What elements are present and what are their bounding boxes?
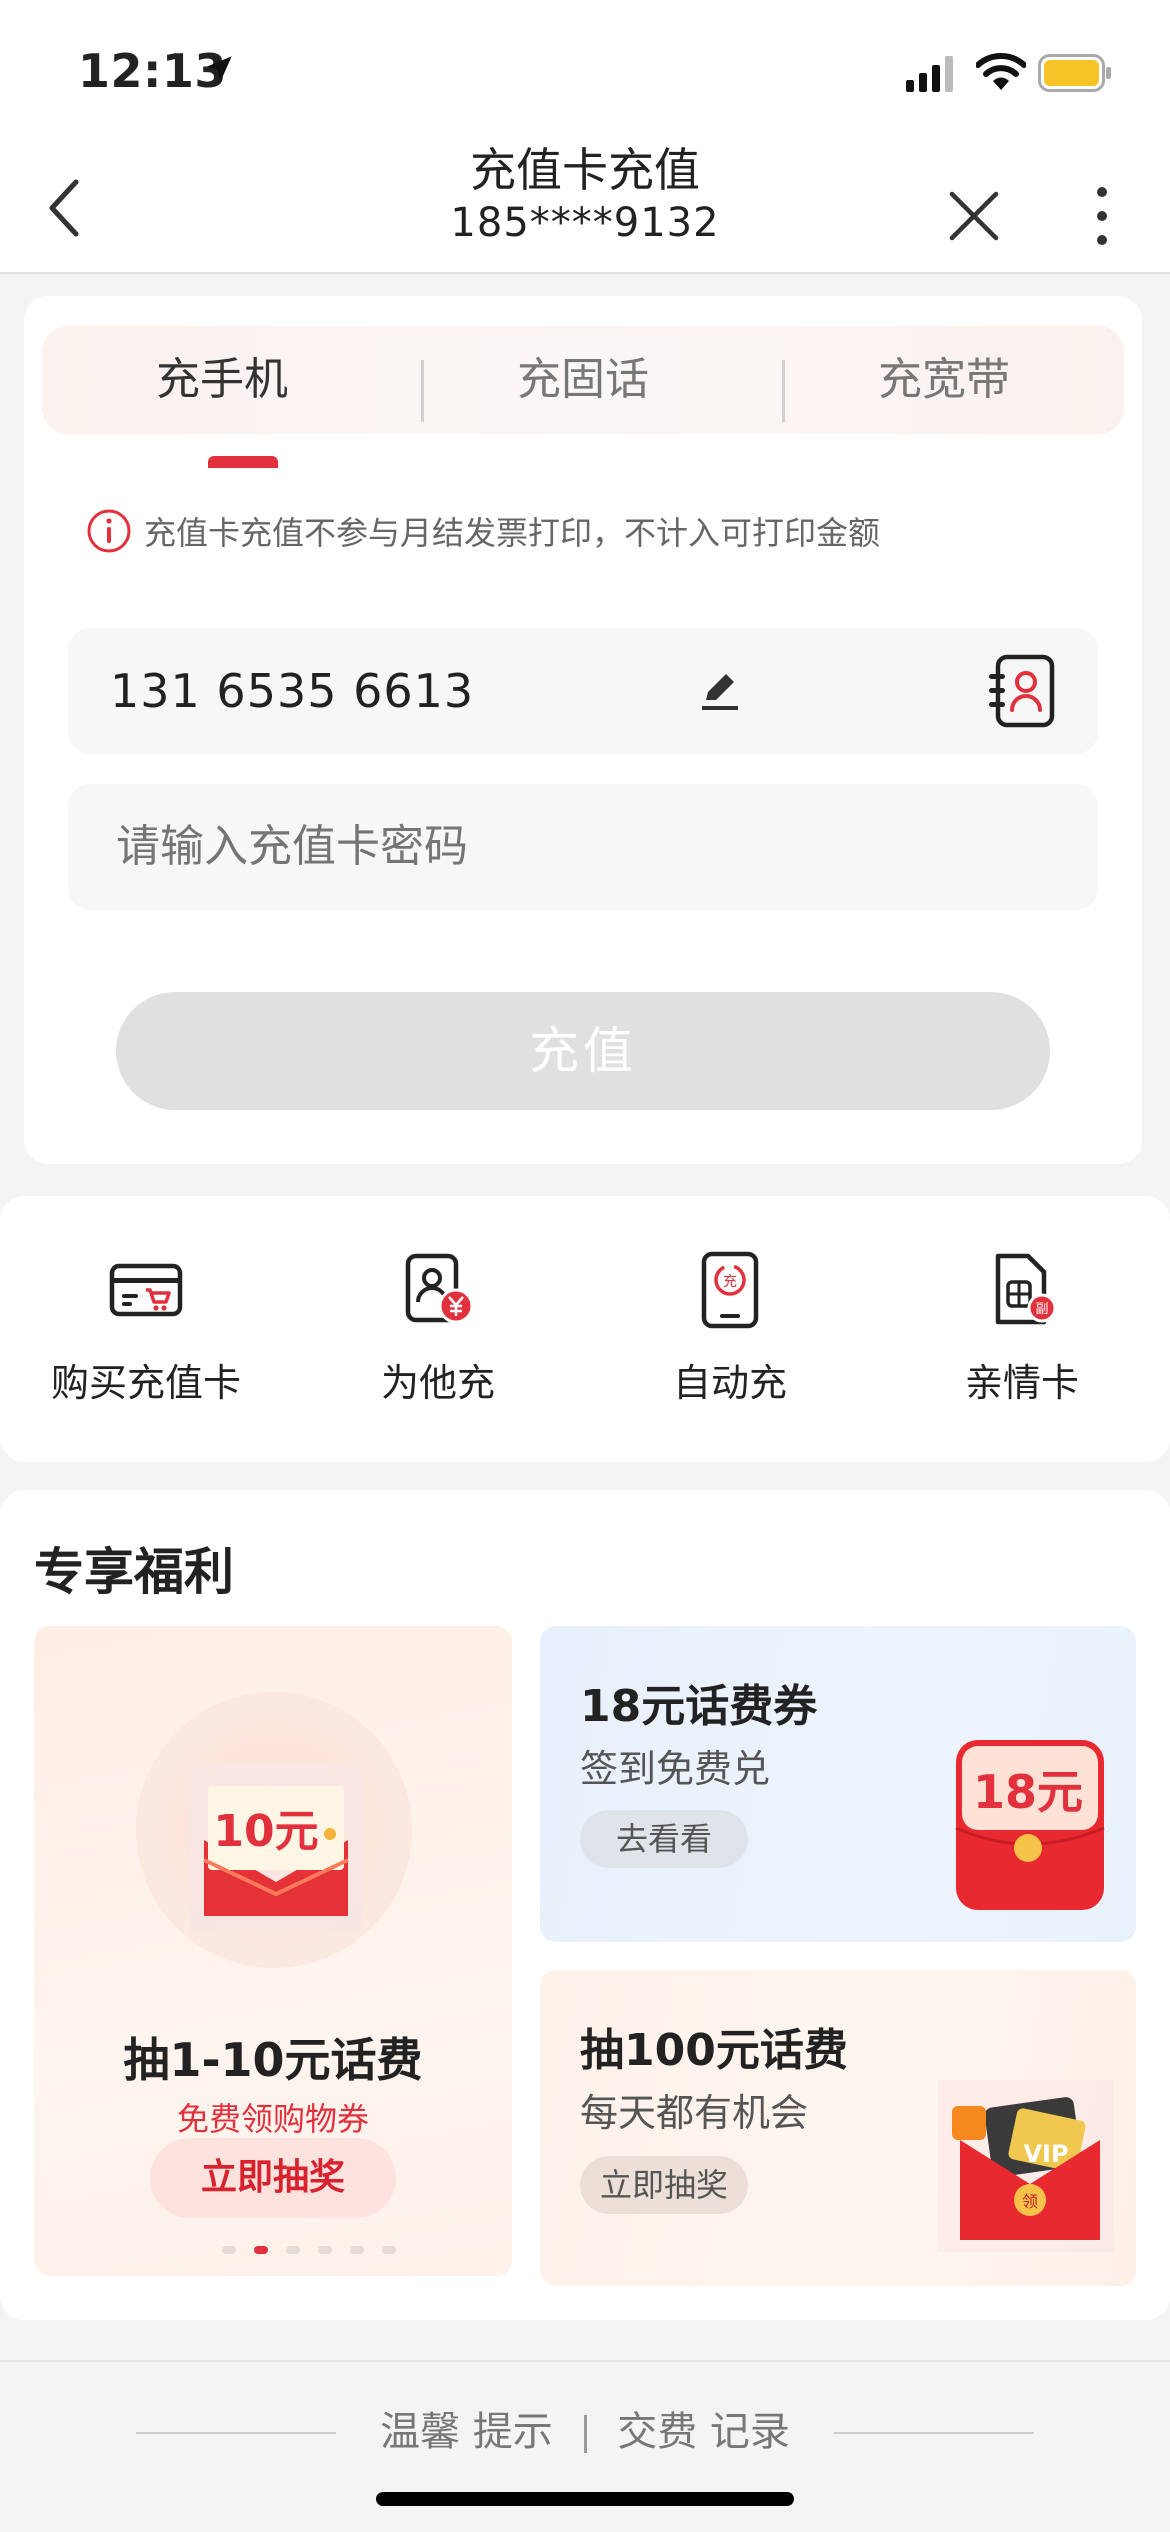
section-title: 专享福利 [34,1543,234,1601]
footer-links: 温馨 提示 交费 记录 [0,2402,1170,2462]
carousel-dot [318,2246,332,2254]
shortcut-recharge-others[interactable]: 为他充 [292,1250,584,1407]
shortcut-bar: 购买充值卡 为他充 充 自动充 副 亲情卡 [0,1196,1170,1462]
shortcut-family-card[interactable]: 副 亲情卡 [876,1250,1168,1407]
lottery-banner[interactable]: 10元 抽1-10元话费 免费领购物券 立即抽奖 [34,1626,512,2276]
sim-card-icon: 副 [995,1253,1057,1325]
battery-icon [1038,54,1111,92]
status-bar: 12:13 [0,0,1170,140]
coupon-card-18[interactable]: 18元话费券 签到免费兑 去看看 18元 [540,1626,1136,1942]
view-button[interactable]: 去看看 [580,1810,748,1868]
draw-now-button-2[interactable]: 立即抽奖 [580,2156,748,2214]
coupon-badge: 18元 [973,1765,1083,1819]
active-tab-indicator [208,456,278,468]
contact-book-icon[interactable] [986,654,1056,728]
wifi-icon [976,53,1026,90]
carousel-dot-active [254,2246,268,2254]
more-options-icon[interactable] [1090,184,1114,248]
cellular-signal-icon [906,56,953,92]
footer-link-separator [583,2415,587,2453]
info-icon [87,509,131,553]
payment-records-link[interactable]: 交费 记录 [617,2409,790,2455]
lottery-title: 抽1-10元话费 [123,2033,423,2087]
svg-text:副: 副 [1035,1302,1048,1317]
svg-text:充: 充 [723,1274,737,1290]
location-arrow-icon [206,56,232,82]
exclusive-benefits-section: 专享福利 10元 抽1-10元话费 免费领购物券 立即抽奖 18元话费券 签到免… [0,1490,1170,2320]
shortcut-auto-recharge-label: 自动充 [672,1361,787,1405]
lottery-subtitle: 免费领购物券 [176,2100,369,2138]
tab-mobile[interactable]: 充手机 [42,326,402,434]
claim-badge: 领 [1022,2192,1038,2211]
lottery-card-100[interactable]: 抽100元话费 每天都有机会 立即抽奖 VIP 领 [540,1970,1136,2286]
home-indicator[interactable] [376,2492,794,2506]
phone-auto-charge-icon: 充 [701,1251,759,1329]
envelope-amount: 10元 [213,1806,318,1857]
recharge-type-tabs: 充手机 充固话 充宽带 [42,326,1124,468]
tips-link[interactable]: 温馨 提示 [380,2409,553,2455]
draw-now-button[interactable]: 立即抽奖 [150,2138,396,2218]
coupon-desc: 签到免费兑 [580,1747,771,1791]
footer: 温馨 提示 交费 记录 [0,2360,1170,2532]
carousel-indicator [190,2246,396,2256]
edit-pencil-icon[interactable] [696,666,744,714]
tab-broadband[interactable]: 充宽带 [764,326,1124,434]
carousel-dot [382,2246,396,2254]
person-yen-icon [405,1253,474,1324]
carousel-dot [222,2246,236,2254]
vip-badge: VIP [1023,2140,1068,2168]
vip-gift-envelope-icon: VIP 领 [938,2080,1114,2252]
shortcut-recharge-others-label: 为他充 [380,1361,495,1405]
navigation-bar: 充值卡充值 185****9132 [0,140,1170,274]
notice: 充值卡充值不参与月结发票打印，不计入可打印金额 [86,508,880,554]
shortcut-buy-card[interactable]: 购买充值卡 [0,1250,292,1407]
red-envelope-18-icon: 18元 [955,1740,1105,1910]
card-password-input[interactable] [116,784,1016,910]
notice-text: 充值卡充值不参与月结发票打印，不计入可打印金额 [144,514,881,552]
card-cart-icon [109,1263,183,1317]
phone-number-value: 131 6535 6613 [110,664,475,718]
red-envelope-10-icon: 10元 [190,1764,362,1932]
lottery-100-title: 抽100元话费 [580,2025,848,2076]
shortcut-buy-card-label: 购买充值卡 [50,1361,241,1405]
card-password-field[interactable] [68,784,1098,910]
recharge-card: 充手机 充固话 充宽带 充值卡充值不参与月结发票打印，不计入可打印金额 131 … [24,296,1142,1164]
carousel-dot [286,2246,300,2254]
lottery-100-desc: 每天都有机会 [580,2091,809,2135]
shortcut-auto-recharge[interactable]: 充 自动充 [584,1250,876,1407]
phone-number-field[interactable]: 131 6535 6613 [68,628,1098,754]
tab-landline[interactable]: 充固话 [403,326,763,434]
close-icon[interactable] [948,190,1000,242]
shortcut-family-card-label: 亲情卡 [964,1361,1079,1405]
recharge-button[interactable]: 充值 [116,992,1050,1110]
coupon-title: 18元话费券 [580,1681,818,1732]
carousel-dot [350,2246,364,2254]
